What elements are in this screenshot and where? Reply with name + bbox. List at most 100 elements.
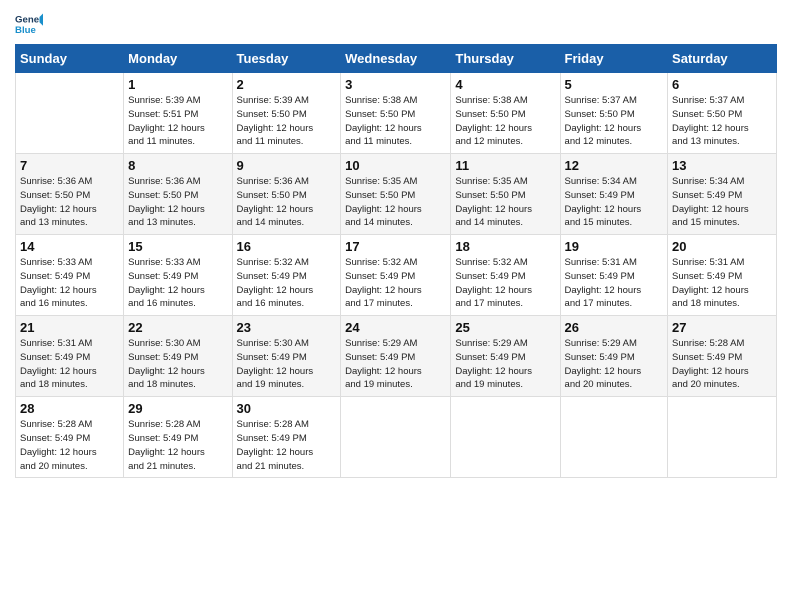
day-number: 26: [565, 320, 664, 335]
page-header: General Blue: [15, 10, 777, 38]
calendar-cell: 28 Sunrise: 5:28 AM Sunset: 5:49 PM Dayli…: [16, 397, 124, 478]
calendar-week-row: 21 Sunrise: 5:31 AM Sunset: 5:49 PM Dayli…: [16, 316, 777, 397]
day-number: 28: [20, 401, 119, 416]
calendar-cell: [451, 397, 560, 478]
day-info: Sunrise: 5:35 AM Sunset: 5:50 PM Dayligh…: [345, 175, 446, 230]
calendar-cell: 24Sunrise: 5:29 AM Sunset: 5:49 PM Dayli…: [341, 316, 451, 397]
day-info: Sunrise: 5:33 AM Sunset: 5:49 PM Dayligh…: [20, 256, 119, 311]
day-number: 4: [455, 77, 555, 92]
day-info: Sunrise: 5:30 AM Sunset: 5:49 PM Dayligh…: [237, 337, 337, 392]
day-number: 11: [455, 158, 555, 173]
day-number: 3: [345, 77, 446, 92]
day-info: Sunrise: 5:31 AM Sunset: 5:49 PM Dayligh…: [565, 256, 664, 311]
calendar-week-row: 1 Sunrise: 5:39 AM Sunset: 5:51 PM Daylig…: [16, 73, 777, 154]
day-info: Sunrise: 5:32 AM Sunset: 5:49 PM Dayligh…: [237, 256, 337, 311]
day-info: Sunrise: 5:38 AM Sunset: 5:50 PM Dayligh…: [345, 94, 446, 149]
calendar-cell: 3 Sunrise: 5:38 AM Sunset: 5:50 PM Daylig…: [341, 73, 451, 154]
calendar-week-row: 7 Sunrise: 5:36 AM Sunset: 5:50 PM Daylig…: [16, 154, 777, 235]
day-info: Sunrise: 5:38 AM Sunset: 5:50 PM Dayligh…: [455, 94, 555, 149]
day-number: 7: [20, 158, 119, 173]
weekday-header-sunday: Sunday: [16, 45, 124, 73]
calendar-cell: 21 Sunrise: 5:31 AM Sunset: 5:49 PM Dayli…: [16, 316, 124, 397]
day-number: 21: [20, 320, 119, 335]
calendar-cell: 11Sunrise: 5:35 AM Sunset: 5:50 PM Dayli…: [451, 154, 560, 235]
day-info: Sunrise: 5:31 AM Sunset: 5:49 PM Dayligh…: [20, 337, 119, 392]
day-info: Sunrise: 5:37 AM Sunset: 5:50 PM Dayligh…: [565, 94, 664, 149]
day-info: Sunrise: 5:32 AM Sunset: 5:49 PM Dayligh…: [455, 256, 555, 311]
day-number: 16: [237, 239, 337, 254]
logo-icon: General Blue: [15, 10, 43, 38]
weekday-header-thursday: Thursday: [451, 45, 560, 73]
calendar-table: SundayMondayTuesdayWednesdayThursdayFrid…: [15, 44, 777, 478]
calendar-week-row: 14 Sunrise: 5:33 AM Sunset: 5:49 PM Dayli…: [16, 235, 777, 316]
day-number: 19: [565, 239, 664, 254]
calendar-cell: 20 Sunrise: 5:31 AM Sunset: 5:49 PM Dayli…: [668, 235, 777, 316]
day-number: 20: [672, 239, 772, 254]
day-number: 1: [128, 77, 227, 92]
day-number: 10: [345, 158, 446, 173]
day-info: Sunrise: 5:28 AM Sunset: 5:49 PM Dayligh…: [20, 418, 119, 473]
calendar-cell: 13 Sunrise: 5:34 AM Sunset: 5:49 PM Dayli…: [668, 154, 777, 235]
calendar-cell: 26 Sunrise: 5:29 AM Sunset: 5:49 PM Dayli…: [560, 316, 668, 397]
weekday-header-saturday: Saturday: [668, 45, 777, 73]
day-number: 27: [672, 320, 772, 335]
day-info: Sunrise: 5:28 AM Sunset: 5:49 PM Dayligh…: [237, 418, 337, 473]
day-info: Sunrise: 5:32 AM Sunset: 5:49 PM Dayligh…: [345, 256, 446, 311]
day-info: Sunrise: 5:34 AM Sunset: 5:49 PM Dayligh…: [672, 175, 772, 230]
day-info: Sunrise: 5:30 AM Sunset: 5:49 PM Dayligh…: [128, 337, 227, 392]
weekday-header-row: SundayMondayTuesdayWednesdayThursdayFrid…: [16, 45, 777, 73]
calendar-week-row: 28 Sunrise: 5:28 AM Sunset: 5:49 PM Dayli…: [16, 397, 777, 478]
day-number: 18: [455, 239, 555, 254]
day-number: 12: [565, 158, 664, 173]
calendar-cell: 1 Sunrise: 5:39 AM Sunset: 5:51 PM Daylig…: [124, 73, 232, 154]
calendar-cell: 22 Sunrise: 5:30 AM Sunset: 5:49 PM Dayli…: [124, 316, 232, 397]
calendar-cell: [16, 73, 124, 154]
calendar-cell: 15 Sunrise: 5:33 AM Sunset: 5:49 PM Dayli…: [124, 235, 232, 316]
day-info: Sunrise: 5:31 AM Sunset: 5:49 PM Dayligh…: [672, 256, 772, 311]
day-info: Sunrise: 5:36 AM Sunset: 5:50 PM Dayligh…: [237, 175, 337, 230]
day-number: 6: [672, 77, 772, 92]
day-info: Sunrise: 5:37 AM Sunset: 5:50 PM Dayligh…: [672, 94, 772, 149]
calendar-cell: 17Sunrise: 5:32 AM Sunset: 5:49 PM Dayli…: [341, 235, 451, 316]
calendar-cell: 25Sunrise: 5:29 AM Sunset: 5:49 PM Dayli…: [451, 316, 560, 397]
calendar-cell: 2 Sunrise: 5:39 AM Sunset: 5:50 PM Daylig…: [232, 73, 341, 154]
day-number: 13: [672, 158, 772, 173]
day-info: Sunrise: 5:28 AM Sunset: 5:49 PM Dayligh…: [128, 418, 227, 473]
day-number: 9: [237, 158, 337, 173]
day-number: 24: [345, 320, 446, 335]
weekday-header-tuesday: Tuesday: [232, 45, 341, 73]
calendar-cell: 27Sunrise: 5:28 AM Sunset: 5:49 PM Dayli…: [668, 316, 777, 397]
day-info: Sunrise: 5:36 AM Sunset: 5:50 PM Dayligh…: [128, 175, 227, 230]
weekday-header-friday: Friday: [560, 45, 668, 73]
day-number: 15: [128, 239, 227, 254]
calendar-cell: 19 Sunrise: 5:31 AM Sunset: 5:49 PM Dayli…: [560, 235, 668, 316]
day-info: Sunrise: 5:33 AM Sunset: 5:49 PM Dayligh…: [128, 256, 227, 311]
calendar-cell: 8Sunrise: 5:36 AM Sunset: 5:50 PM Daylig…: [124, 154, 232, 235]
day-info: Sunrise: 5:29 AM Sunset: 5:49 PM Dayligh…: [565, 337, 664, 392]
calendar-cell: 14 Sunrise: 5:33 AM Sunset: 5:49 PM Dayli…: [16, 235, 124, 316]
logo: General Blue: [15, 10, 47, 38]
day-info: Sunrise: 5:36 AM Sunset: 5:50 PM Dayligh…: [20, 175, 119, 230]
calendar-cell: 7 Sunrise: 5:36 AM Sunset: 5:50 PM Daylig…: [16, 154, 124, 235]
day-info: Sunrise: 5:29 AM Sunset: 5:49 PM Dayligh…: [455, 337, 555, 392]
weekday-header-wednesday: Wednesday: [341, 45, 451, 73]
day-number: 30: [237, 401, 337, 416]
calendar-cell: [341, 397, 451, 478]
calendar-cell: 6 Sunrise: 5:37 AM Sunset: 5:50 PM Daylig…: [668, 73, 777, 154]
day-info: Sunrise: 5:34 AM Sunset: 5:49 PM Dayligh…: [565, 175, 664, 230]
svg-text:Blue: Blue: [15, 25, 36, 36]
day-number: 5: [565, 77, 664, 92]
calendar-cell: [560, 397, 668, 478]
day-number: 14: [20, 239, 119, 254]
calendar-cell: 16 Sunrise: 5:32 AM Sunset: 5:49 PM Dayli…: [232, 235, 341, 316]
day-number: 22: [128, 320, 227, 335]
day-info: Sunrise: 5:39 AM Sunset: 5:50 PM Dayligh…: [237, 94, 337, 149]
calendar-cell: 30 Sunrise: 5:28 AM Sunset: 5:49 PM Dayli…: [232, 397, 341, 478]
day-number: 2: [237, 77, 337, 92]
calendar-cell: [668, 397, 777, 478]
calendar-cell: 10 Sunrise: 5:35 AM Sunset: 5:50 PM Dayli…: [341, 154, 451, 235]
day-info: Sunrise: 5:39 AM Sunset: 5:51 PM Dayligh…: [128, 94, 227, 149]
calendar-cell: 29Sunrise: 5:28 AM Sunset: 5:49 PM Dayli…: [124, 397, 232, 478]
svg-text:General: General: [15, 14, 43, 25]
calendar-cell: 9 Sunrise: 5:36 AM Sunset: 5:50 PM Daylig…: [232, 154, 341, 235]
